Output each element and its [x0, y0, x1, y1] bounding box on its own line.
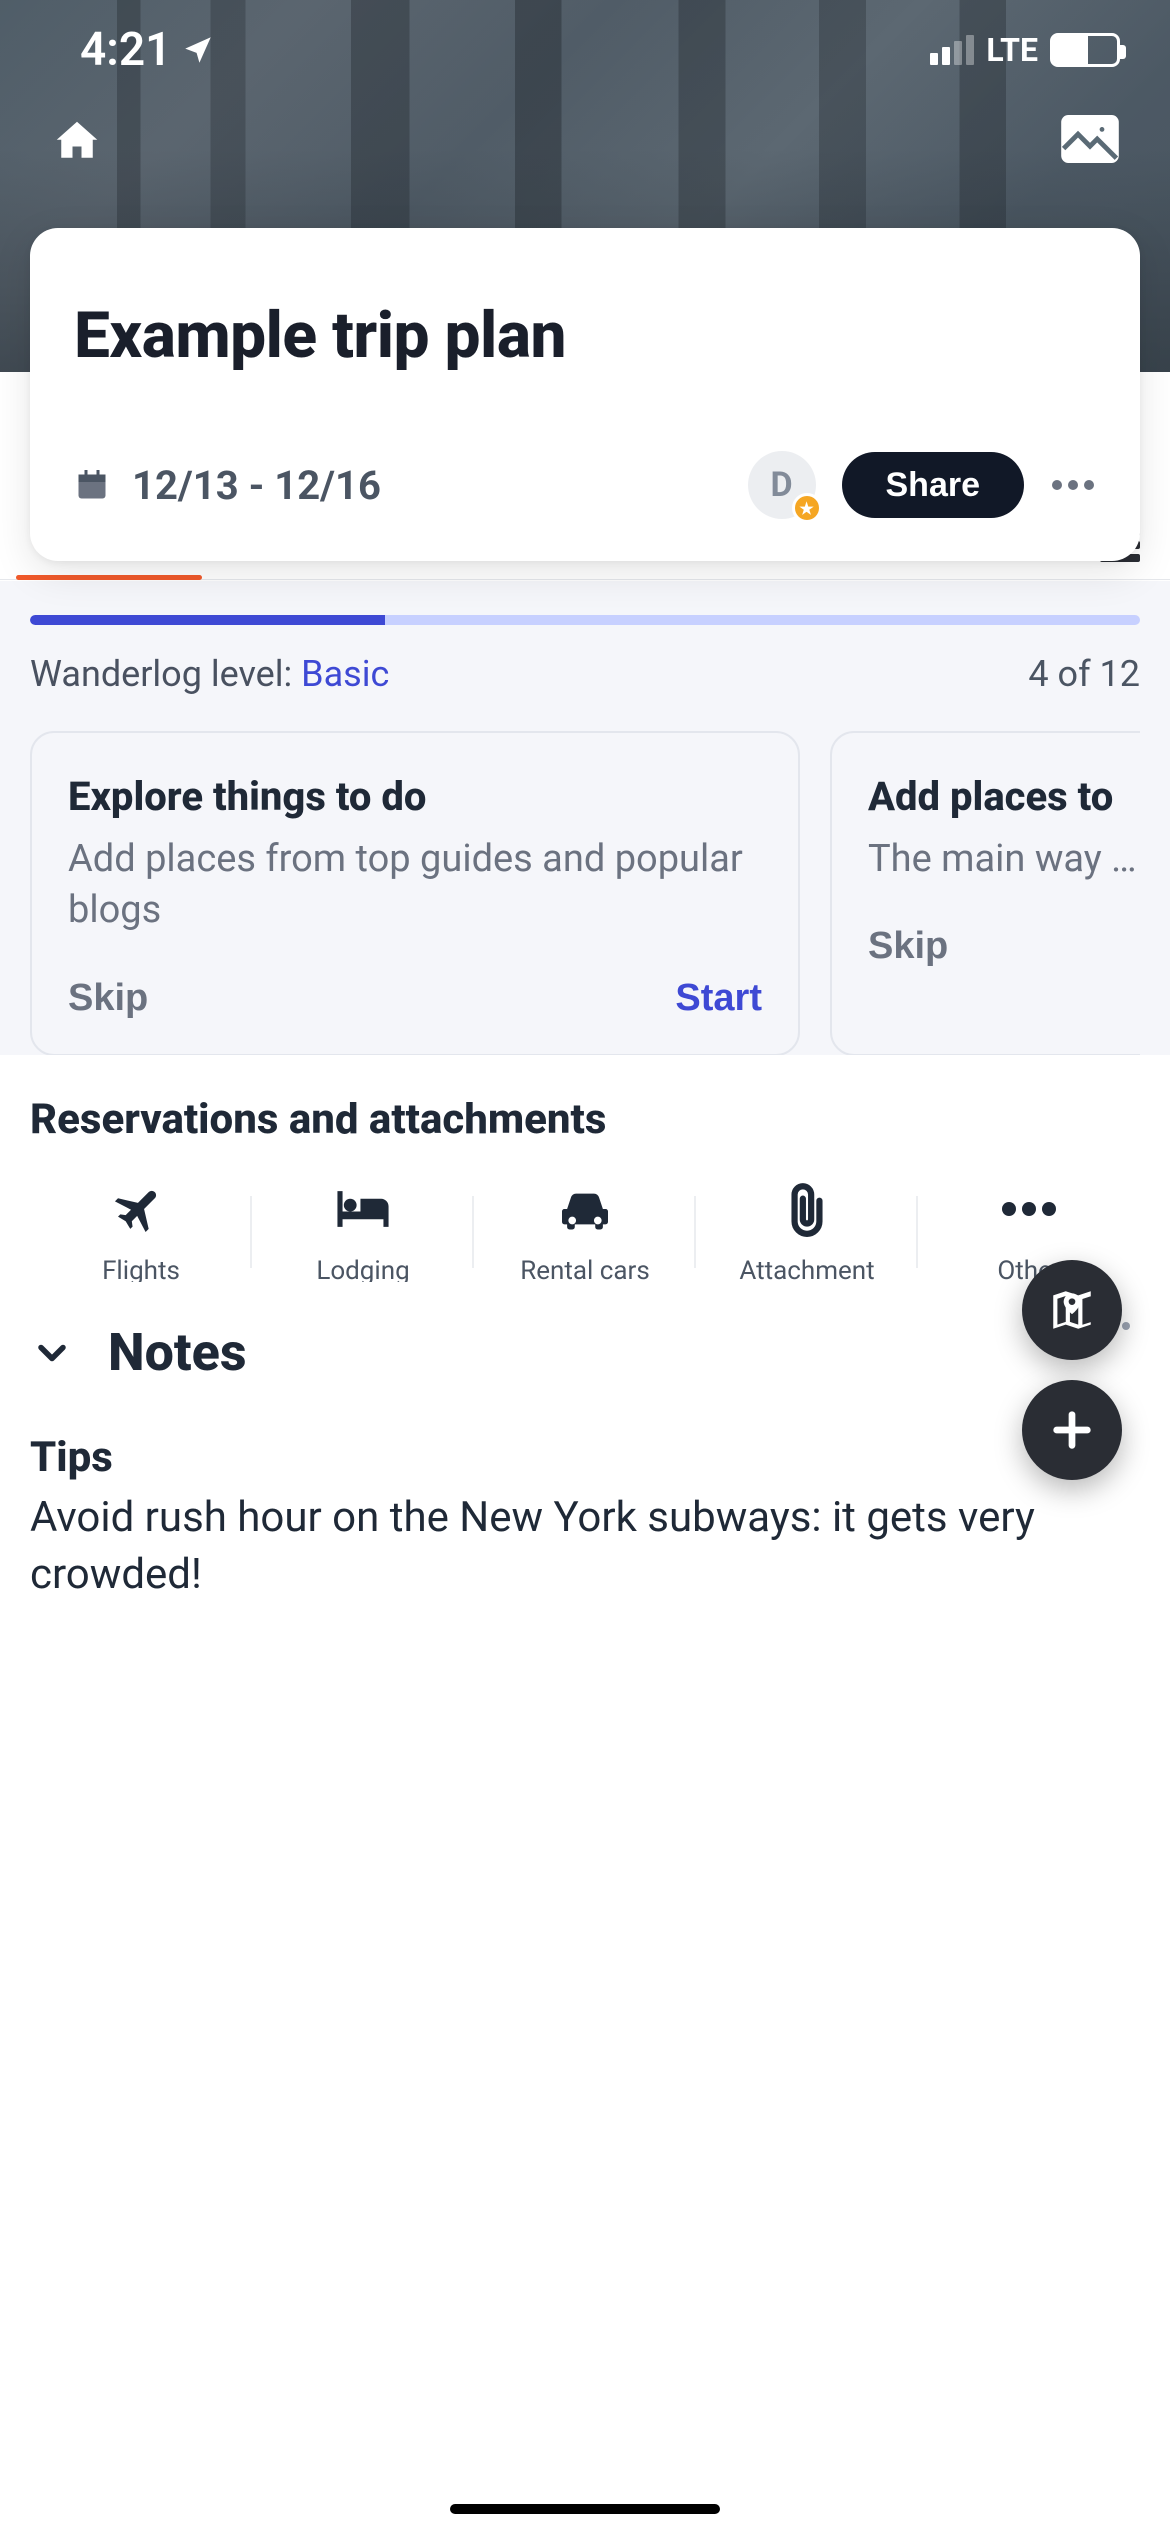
- card-title: Explore things to do: [68, 773, 762, 820]
- share-button[interactable]: Share: [842, 452, 1025, 518]
- home-indicator: [450, 2504, 720, 2514]
- home-icon[interactable]: [50, 115, 104, 169]
- location-arrow-icon: [181, 33, 215, 67]
- map-fab[interactable]: [1022, 1260, 1122, 1360]
- trip-summary-card: Example trip plan 12/13 - 12/16 D ★ Shar…: [30, 228, 1140, 561]
- card-skip-button[interactable]: Skip: [68, 977, 148, 1020]
- reservations-title: Reservations and attachments: [30, 1095, 1140, 1144]
- reservation-rental-cars[interactable]: Rental cars: [474, 1178, 696, 1286]
- chevron-down-icon: [30, 1331, 74, 1375]
- trip-title: Example trip plan: [74, 298, 1096, 373]
- card-desc: The main way … add a point of: [868, 834, 1140, 885]
- progress-level-text: Wanderlog level: Basic: [30, 653, 389, 695]
- collaborator-avatar[interactable]: D ★: [748, 451, 816, 519]
- trip-date-range[interactable]: 12/13 - 12/16: [74, 462, 381, 509]
- more-horizontal-icon: [999, 1178, 1059, 1240]
- map-icon: [1047, 1285, 1097, 1335]
- car-icon: [553, 1178, 617, 1240]
- level-link[interactable]: Basic: [301, 653, 389, 695]
- onboarding-cards-scroller[interactable]: Explore things to do Add places from top…: [30, 731, 1140, 1056]
- notes-body[interactable]: Tips Avoid rush hour on the New York sub…: [30, 1433, 1140, 1603]
- star-badge-icon: ★: [792, 493, 822, 523]
- paperclip-icon: [782, 1178, 832, 1240]
- card-skip-button[interactable]: Skip: [868, 925, 948, 968]
- card-start-button[interactable]: Start: [675, 977, 762, 1020]
- battery-icon: [1050, 33, 1120, 67]
- progress-bar: [30, 615, 1140, 625]
- note-text: Avoid rush hour on the New York subways:…: [30, 1490, 1140, 1603]
- bed-icon: [330, 1178, 396, 1240]
- notes-section: Notes Tips Avoid rush hour on the New Yo…: [0, 1282, 1170, 1643]
- notes-header[interactable]: Notes: [30, 1322, 1140, 1383]
- reservation-attachment[interactable]: Attachment: [696, 1178, 918, 1286]
- trip-more-button[interactable]: [1050, 478, 1096, 492]
- notes-title: Notes: [108, 1322, 247, 1383]
- onboarding-card-explore: Explore things to do Add places from top…: [30, 731, 800, 1056]
- progress-count: 4 of 12: [1028, 653, 1140, 695]
- calendar-icon: [74, 467, 110, 503]
- status-bar: 4:21 LTE: [0, 0, 1170, 100]
- network-label: LTE: [986, 31, 1038, 69]
- card-title: Add places to: [868, 773, 1140, 820]
- add-fab[interactable]: [1022, 1380, 1122, 1480]
- avatar-initial: D: [770, 465, 792, 505]
- reservation-other[interactable]: Other: [918, 1178, 1140, 1286]
- reservation-lodging[interactable]: Lodging: [252, 1178, 474, 1286]
- more-horizontal-icon: [1050, 478, 1096, 492]
- note-heading: Tips: [30, 1433, 1140, 1482]
- reservation-flights[interactable]: Flights: [30, 1178, 252, 1286]
- plane-icon: [108, 1178, 174, 1240]
- plus-icon: [1049, 1407, 1095, 1453]
- cover-photo-icon[interactable]: [1060, 115, 1120, 169]
- date-range-text: 12/13 - 12/16: [132, 462, 381, 509]
- cell-signal-icon: [930, 35, 974, 65]
- onboarding-card-add-places: Add places to The main way … add a point…: [830, 731, 1140, 1056]
- card-desc: Add places from top guides and popular b…: [68, 834, 762, 937]
- status-time: 4:21: [80, 23, 171, 77]
